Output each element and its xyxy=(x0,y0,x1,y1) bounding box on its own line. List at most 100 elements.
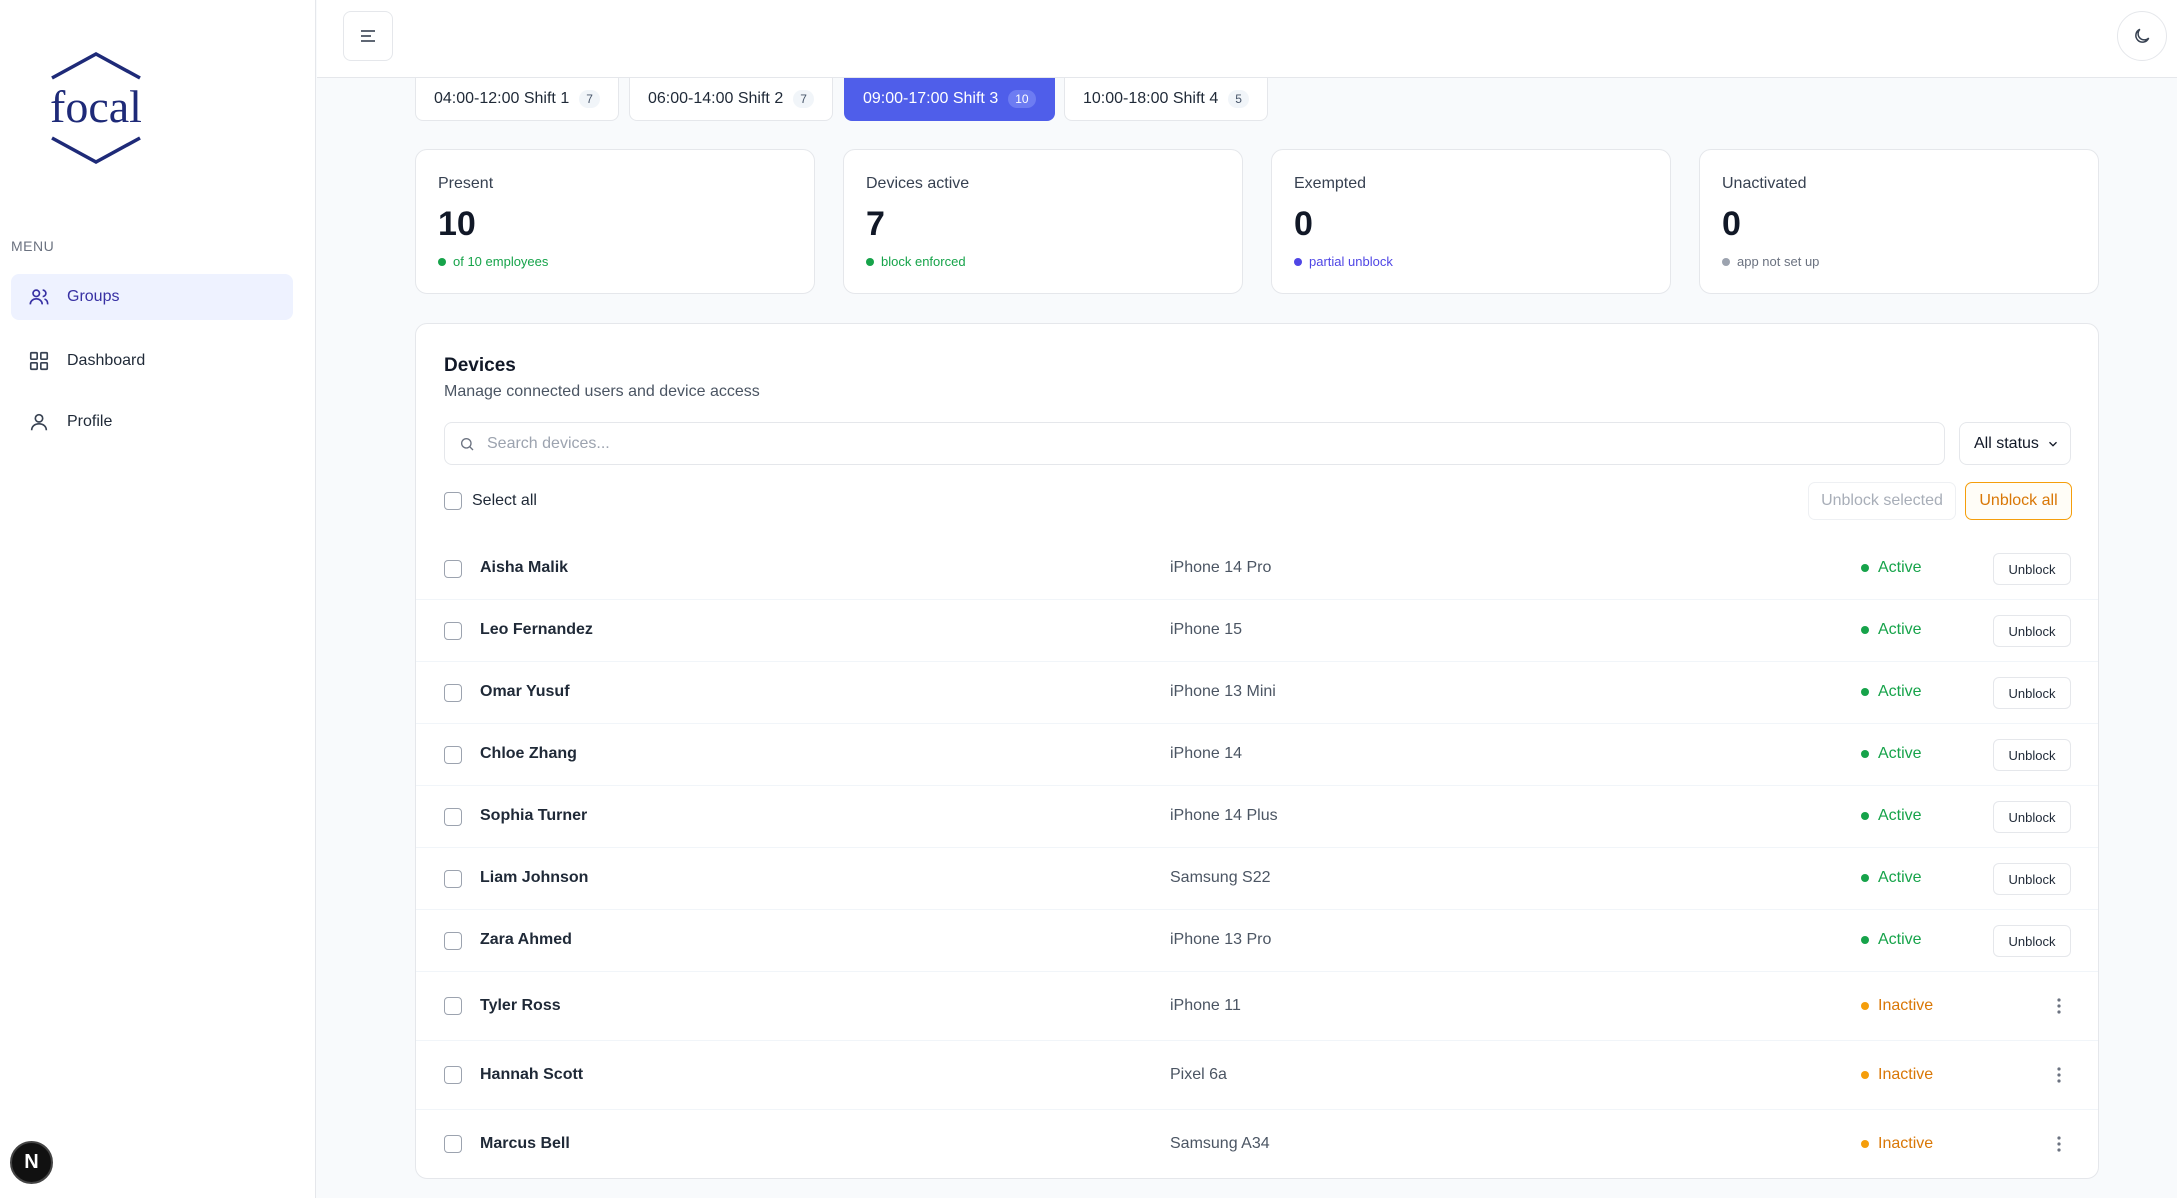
row-checkbox[interactable] xyxy=(444,932,462,950)
status-badge: Inactive xyxy=(1861,1066,1933,1084)
row-checkbox[interactable] xyxy=(444,746,462,764)
status-dot-icon xyxy=(1294,257,1302,266)
status-badge: Active xyxy=(1861,869,1922,887)
sidebar-item-label: Profile xyxy=(67,413,113,430)
stat-value: 0 xyxy=(1722,205,1741,243)
stat-value: 10 xyxy=(438,205,476,243)
unblock-button[interactable]: Unblock xyxy=(1993,801,2071,833)
status-badge: Inactive xyxy=(1861,997,1933,1015)
unblock-button[interactable]: Unblock xyxy=(1993,553,2071,585)
device-row: Omar Yusuf iPhone 13 Mini Active Unblock xyxy=(416,662,2098,724)
unblock-button[interactable]: Unblock xyxy=(1993,677,2071,709)
unblock-all-button[interactable]: Unblock all xyxy=(1965,482,2072,520)
user-name: Aisha Malik xyxy=(480,559,569,576)
sidebar: focal MENU Groups Dashboard Profile N xyxy=(0,0,316,1198)
focal-logo[interactable]: focal xyxy=(44,52,148,164)
status-dot-icon xyxy=(1861,812,1869,820)
status-badge: Active xyxy=(1861,931,1922,949)
status-text: Inactive xyxy=(1878,997,1934,1014)
row-checkbox[interactable] xyxy=(444,1135,462,1153)
stat-card-unactivated: Unactivated 0 app not set up xyxy=(1699,149,2099,294)
moon-icon xyxy=(2135,28,2150,43)
top-bar xyxy=(317,0,2177,78)
sidebar-item-groups[interactable]: Groups xyxy=(11,274,293,320)
status-dot-icon xyxy=(1861,1140,1869,1148)
row-checkbox[interactable] xyxy=(444,808,462,826)
row-checkbox[interactable] xyxy=(444,1066,462,1084)
device-model: iPhone 13 Pro xyxy=(1170,931,1272,948)
search-box xyxy=(444,422,1945,465)
stat-note-text: app not set up xyxy=(1737,254,1820,269)
row-checkbox[interactable] xyxy=(444,997,462,1015)
tab-shift-1[interactable]: 04:00-12:00 Shift 1 7 xyxy=(415,78,619,121)
user-name: Tyler Ross xyxy=(480,997,561,1014)
status-badge: Active xyxy=(1861,807,1922,825)
stat-note: of 10 employees xyxy=(438,254,792,269)
unblock-selected-button[interactable]: Unblock selected xyxy=(1808,482,1956,520)
theme-toggle-button[interactable] xyxy=(2117,11,2167,61)
shift-count-badge: 5 xyxy=(1228,90,1249,108)
sidebar-item-label: Groups xyxy=(67,288,120,305)
stat-note: partial unblock xyxy=(1294,254,1648,269)
user-icon xyxy=(27,410,51,434)
shift-label: 04:00-12:00 Shift 1 xyxy=(434,90,570,107)
status-dot-icon xyxy=(1861,874,1869,882)
row-checkbox[interactable] xyxy=(444,560,462,578)
more-options-button[interactable] xyxy=(2044,1059,2074,1091)
status-dot-icon xyxy=(1861,936,1869,944)
select-all[interactable]: Select all xyxy=(444,492,537,510)
user-name: Liam Johnson xyxy=(480,869,589,886)
status-badge: Active xyxy=(1861,745,1922,763)
device-row: Leo Fernandez iPhone 15 Active Unblock xyxy=(416,600,2098,662)
row-checkbox[interactable] xyxy=(444,622,462,640)
user-name: Sophia Turner xyxy=(480,807,588,824)
stat-card-devices-active: Devices active 7 block enforced xyxy=(843,149,1243,294)
unblock-button[interactable]: Unblock xyxy=(1993,925,2071,957)
tab-shift-3[interactable]: 09:00-17:00 Shift 3 10 xyxy=(844,78,1055,121)
status-text: Active xyxy=(1878,807,1922,824)
stat-label: Present xyxy=(438,175,494,192)
user-name: Marcus Bell xyxy=(480,1135,570,1152)
status-text: Active xyxy=(1878,745,1922,762)
row-checkbox[interactable] xyxy=(444,684,462,702)
stat-value: 0 xyxy=(1294,205,1313,243)
device-model: Pixel 6a xyxy=(1170,1066,1227,1083)
row-checkbox[interactable] xyxy=(444,870,462,888)
unblock-button[interactable]: Unblock xyxy=(1993,615,2071,647)
stat-note: block enforced xyxy=(866,254,1220,269)
status-text: Inactive xyxy=(1878,1066,1934,1083)
user-avatar-badge[interactable]: N xyxy=(10,1141,53,1184)
user-name: Chloe Zhang xyxy=(480,745,577,762)
more-options-button[interactable] xyxy=(2044,1128,2074,1160)
stat-note-text: of 10 employees xyxy=(453,254,549,269)
status-dot-icon xyxy=(1861,688,1869,696)
more-options-button[interactable] xyxy=(2044,990,2074,1022)
stat-note: app not set up xyxy=(1722,254,2076,269)
status-filter-value: All status xyxy=(1974,434,2039,452)
unblock-button[interactable]: Unblock xyxy=(1993,863,2071,895)
select-all-checkbox[interactable] xyxy=(444,492,462,510)
stat-label: Exempted xyxy=(1294,175,1367,192)
stat-label: Unactivated xyxy=(1722,175,1807,192)
user-name: Omar Yusuf xyxy=(480,683,570,700)
tab-shift-2[interactable]: 06:00-14:00 Shift 2 7 xyxy=(629,78,833,121)
status-badge: Inactive xyxy=(1861,1135,1933,1153)
unblock-button[interactable]: Unblock xyxy=(1993,739,2071,771)
sidebar-item-profile[interactable]: Profile xyxy=(11,399,293,445)
tab-shift-4[interactable]: 10:00-18:00 Shift 4 5 xyxy=(1064,78,1268,121)
search-input[interactable] xyxy=(487,434,1887,453)
devices-title: Devices xyxy=(444,355,516,376)
status-badge: Active xyxy=(1861,621,1922,639)
status-filter-select[interactable]: All status xyxy=(1959,422,2071,465)
user-name: Hannah Scott xyxy=(480,1066,584,1083)
sidebar-item-dashboard[interactable]: Dashboard xyxy=(11,338,293,384)
more-vertical-icon xyxy=(2057,1067,2061,1083)
status-text: Active xyxy=(1878,621,1922,638)
shift-count-badge: 7 xyxy=(579,90,600,108)
device-row: Aisha Malik iPhone 14 Pro Active Unblock xyxy=(416,538,2098,600)
shift-count-badge: 10 xyxy=(1008,90,1036,108)
menu-toggle-button[interactable] xyxy=(343,11,393,61)
search-icon xyxy=(461,437,474,450)
shift-label: 09:00-17:00 Shift 3 xyxy=(863,90,999,107)
logo-text: focal xyxy=(50,81,142,132)
